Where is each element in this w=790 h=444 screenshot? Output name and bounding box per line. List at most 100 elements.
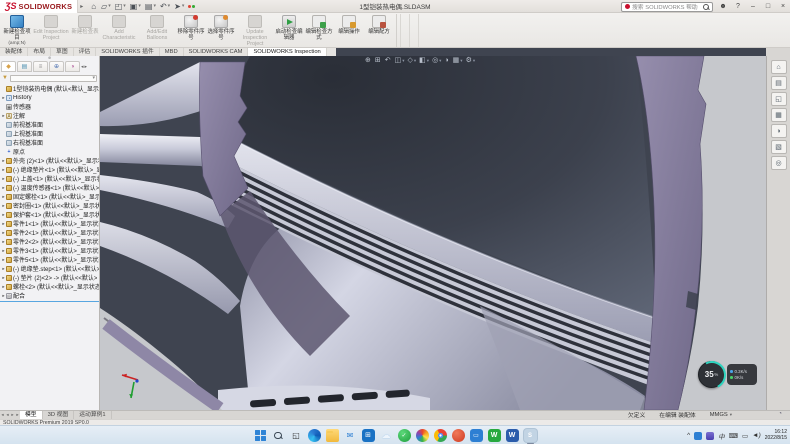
Add Characteristic[interactable]: Add Characteristic [100, 14, 138, 47]
graphics-viewport[interactable]: ⊕⊞↶◫▾◇▾◧▾◎▾◑▦▾⚙▾ 35% 0.3K/s 0K/s [100, 56, 766, 410]
tree-item[interactable]: ▸ 零件1<1> (默认<<默认>_显示状态 [1, 219, 99, 228]
mail-icon[interactable]: ✉ [344, 429, 357, 442]
dimxpert-tab[interactable]: ⊕ [49, 61, 64, 72]
tree-item[interactable]: ▸ 保护套<1> (默认<<默认>_显示状 [1, 210, 99, 219]
system-speed-widget[interactable]: 35% 0.3K/s 0K/s [698, 361, 757, 388]
新建检查项目[interactable]: 新建检查项目 (amp;N) [2, 14, 32, 47]
tree-item[interactable]: + 原点 [1, 147, 99, 156]
menu-expand-arrow[interactable]: ▸ [80, 3, 83, 10]
SOLIDWORKS Inspection[interactable]: SOLIDWORKS Inspection [248, 48, 326, 56]
tree-item[interactable]: ▸ A 注解 [1, 111, 99, 120]
tree-item[interactable]: ▸ ◎ 配合 [1, 291, 99, 300]
select-icon[interactable]: ➤▾ [174, 2, 184, 11]
tree-item[interactable]: ◉ 传感器 [1, 102, 99, 111]
help-icon[interactable]: ? [733, 3, 743, 10]
tree-item[interactable]: ▸ (-) 垫片 (2)<2> -> (默认<<默认> [1, 273, 99, 282]
tray-app-blue-icon[interactable] [694, 432, 702, 440]
tree-item[interactable]: 右视基准面 [1, 138, 99, 147]
display-tray-icon[interactable]: ▭ [742, 432, 748, 440]
store-icon[interactable]: ⊞ [362, 429, 375, 442]
display-manager-tab[interactable]: ◑ [65, 61, 80, 72]
login-icon[interactable]: ☻ [718, 3, 728, 10]
tree-item[interactable]: ▸ 零件3<1> (默认<<默认>_显示状态 [1, 246, 99, 255]
Update Inspection Project[interactable]: Update Inspection Project [236, 14, 274, 47]
3D 视图[interactable]: 3D 视图 [43, 411, 75, 419]
close-button[interactable]: × [778, 3, 788, 10]
草图[interactable]: 草图 [51, 48, 74, 56]
tray-expand-icon[interactable]: ^ [687, 432, 690, 439]
启动检查编辑器[interactable]: 启动检查编辑器 [274, 14, 304, 47]
fmtabs-scroll-right-icon[interactable]: ▸ [85, 64, 88, 70]
previous-view-icon[interactable]: ↶ [385, 56, 392, 66]
360-safety-icon[interactable]: ✓ [398, 429, 411, 442]
评估[interactable]: 评估 [74, 48, 97, 56]
view-orientation-icon[interactable]: ◇▾ [408, 56, 417, 66]
restore-button[interactable]: □ [763, 3, 773, 10]
ime-keyboard-icon[interactable]: ⌨ [729, 432, 738, 440]
file-explorer-icon[interactable] [326, 429, 339, 442]
tree-filter-input[interactable] [10, 75, 97, 82]
tree-item[interactable]: ▸ (-) 上盖<1> (默认<<默认>_显示状 [1, 174, 99, 183]
custom-properties-icon[interactable]: ▧ [771, 140, 787, 154]
view-settings-icon[interactable]: ⚙▾ [466, 56, 476, 66]
模型[interactable]: 模型 [20, 411, 43, 419]
chrome-icon[interactable] [434, 429, 447, 442]
tree-item[interactable]: ▸ ◔ History [1, 93, 99, 102]
ime-language-indicator[interactable]: 中 [718, 431, 725, 441]
tree-item[interactable]: 前视基准面 [1, 120, 99, 129]
zoom-fit-icon[interactable]: ⊕ [365, 56, 372, 66]
view-palette-icon[interactable]: ▦ [771, 108, 787, 122]
search-icon[interactable] [703, 4, 709, 10]
apply-scene-icon[interactable]: ▦▾ [453, 56, 463, 66]
Edit Inspection Project[interactable]: Edit Inspection Project [32, 14, 70, 47]
design-library-icon[interactable]: ▤ [771, 76, 787, 90]
start-button[interactable] [254, 429, 267, 442]
tree-item[interactable]: ▸ 螺栓<2> (默认<<默认>_显示状态 [1, 282, 99, 291]
print-icon[interactable]: ▤▾ [145, 2, 156, 11]
fmtabs-scroll-left-icon[interactable]: ◂ [81, 64, 84, 70]
status-icon[interactable]: ◔ [778, 411, 782, 417]
task-view-button[interactable]: ◱ [290, 429, 303, 442]
tree-item[interactable]: ▸ 密封圈<1> (默认<<默认>_显示状 [1, 201, 99, 210]
edit-appearance-icon[interactable]: ◑ [444, 56, 449, 66]
propertymanager-tab[interactable]: ▤ [17, 61, 32, 72]
rebuild-traffic-icon[interactable] [188, 3, 195, 10]
home-icon[interactable]: ⌂ [91, 2, 97, 11]
新建检查表[interactable]: 新建检查表 [70, 14, 100, 47]
red-app-icon[interactable] [452, 429, 465, 442]
MBD[interactable]: MBD [160, 48, 184, 56]
tree-item[interactable]: 上视基准面 [1, 129, 99, 138]
volume-tray-icon[interactable]: ◄) [752, 432, 761, 439]
tree-item[interactable]: ▸ 零件2<1> (默认<<默认>_显示状态 [1, 228, 99, 237]
SOLIDWORKS 插件[interactable]: SOLIDWORKS 插件 [96, 48, 160, 56]
word-icon[interactable]: W [506, 429, 519, 442]
zoom-area-icon[interactable]: ⊞ [375, 56, 382, 66]
tray-security-icon[interactable] [706, 432, 714, 440]
tree-item[interactable]: 1型铠装热电偶 (默认<默认_显示状态-1 [1, 84, 99, 93]
search-input[interactable]: 搜索 SOLIDWORKS 帮助 [621, 2, 713, 12]
Add/Edit Balloons[interactable]: Add/Edit Balloons [138, 14, 176, 47]
tree-item[interactable]: ▸ 零件5<1> (默认<<默认>_显示状态 [1, 255, 99, 264]
编辑配方[interactable]: 编辑配方 [364, 14, 394, 47]
编辑操作[interactable]: 编辑操作 [334, 14, 364, 47]
forum-icon[interactable]: ◎ [771, 156, 787, 170]
tree-item[interactable]: ▸ (-) 温度传感器<1> (默认<<默认>_ [1, 183, 99, 192]
memory-percent-bubble[interactable]: 35% [698, 361, 725, 388]
tree-item[interactable]: ▸ 固定螺栓<1> (默认<<默认>_显示 [1, 192, 99, 201]
solidworks-logo[interactable]: ƷS SOLIDWORKS [0, 0, 78, 13]
SOLIDWORKS CAM[interactable]: SOLIDWORKS CAM [184, 48, 249, 56]
装配体[interactable]: 装配体 [0, 48, 28, 56]
open-icon[interactable]: ◰▾ [115, 2, 126, 11]
weather-icon[interactable]: ☁ [380, 429, 393, 442]
display-style-icon[interactable]: ◧▾ [419, 56, 429, 66]
tree-item[interactable]: ▸ (-) 绝缘垫.step<1> (默认<<默认> [1, 264, 99, 273]
solidworks-taskbar-icon[interactable]: S [524, 429, 537, 442]
section-view-icon[interactable]: ◫▾ [395, 56, 405, 66]
clock[interactable]: 16:12 2022/8/15 [765, 430, 787, 442]
remote-app-icon[interactable]: ▭ [470, 429, 483, 442]
tree-item[interactable]: ▸ 零件2<2> (默认<<默认>_显示状态 [1, 237, 99, 246]
search-button[interactable] [272, 429, 285, 442]
edge-icon[interactable] [308, 429, 321, 442]
file-explorer-pane-icon[interactable]: ◱ [771, 92, 787, 106]
appearances-scenes-icon[interactable]: ◑ [771, 124, 787, 138]
